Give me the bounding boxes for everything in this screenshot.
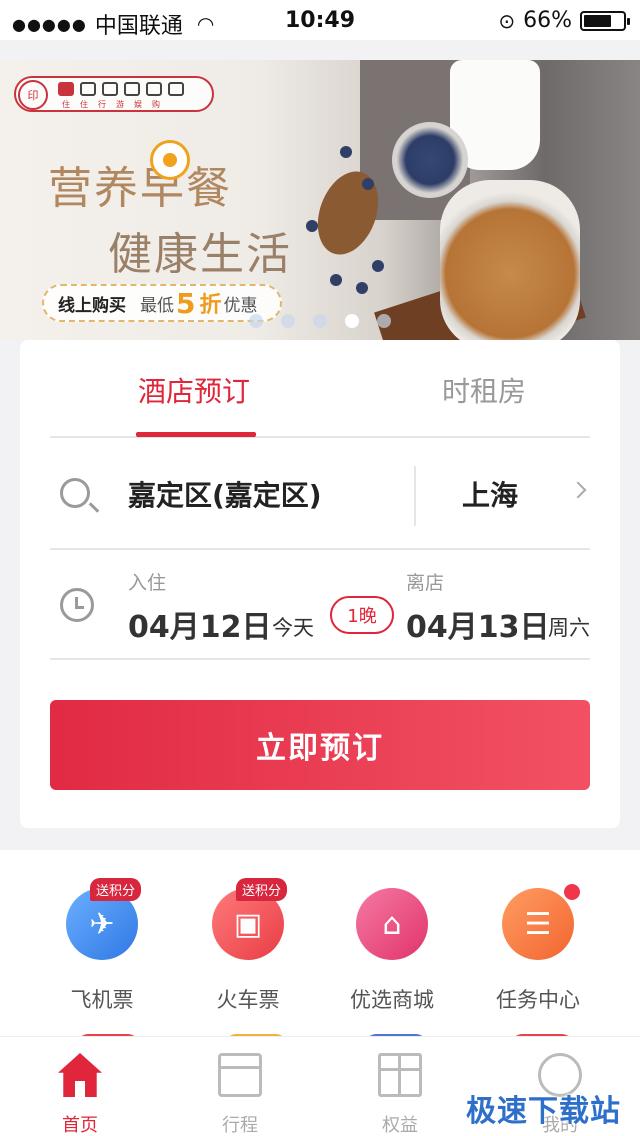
fried-egg-icon xyxy=(150,140,190,180)
banner-berry xyxy=(372,260,384,272)
tab-home[interactable]: 首页 xyxy=(0,1037,160,1136)
destination-field[interactable]: 嘉定区(嘉定区) xyxy=(128,474,322,514)
promo-banner[interactable]: 印 住 住 行 游 娱 购 营养早餐 健康生活 线上购买 最低 5 折 优惠 xyxy=(0,60,640,340)
banner-subheadline: 健康生活 xyxy=(108,229,292,280)
battery-icon xyxy=(580,10,630,31)
bus-icon xyxy=(124,82,140,96)
book-now-button[interactable]: 立即预订 xyxy=(50,700,590,790)
service-label: 飞机票 xyxy=(70,988,134,1012)
carousel-dot[interactable] xyxy=(281,314,295,328)
carousel-dot-active[interactable] xyxy=(345,314,359,328)
tab-trips[interactable]: 行程 xyxy=(160,1037,320,1136)
booking-tabs: 酒店预订 时租房 xyxy=(50,340,590,438)
notification-dot xyxy=(562,882,582,902)
watermark: 极速下载站 xyxy=(466,1094,621,1129)
search-icon xyxy=(60,478,90,508)
tab-label: 首页 xyxy=(62,1115,98,1136)
tab-hotel-booking[interactable]: 酒店预订 xyxy=(138,370,250,410)
service-flight[interactable]: ✈ 送积分 飞机票 xyxy=(32,878,172,1028)
carousel-dot[interactable] xyxy=(377,314,391,328)
banner-berry xyxy=(306,220,318,232)
brand-logo: 印 住 住 行 游 娱 购 xyxy=(14,76,214,112)
checkout-label: 离店 xyxy=(406,572,445,594)
carousel-indicator xyxy=(0,314,640,328)
guitar-icon xyxy=(146,82,162,96)
task-list-icon: ☰ xyxy=(502,888,574,960)
car-icon xyxy=(102,82,118,96)
food-icon xyxy=(80,82,96,96)
date-row[interactable]: 入住 04月12日 今天 1晚 离店 04月13日 周六 xyxy=(50,550,590,660)
service-train[interactable]: ▣ 送积分 火车票 xyxy=(178,878,318,1028)
chevron-right-icon[interactable] xyxy=(569,481,587,499)
service-label: 火车票 xyxy=(216,988,280,1012)
home-icon xyxy=(58,1053,102,1097)
promo-prefix: 线上购买 xyxy=(58,295,126,316)
logo-label: 游 xyxy=(116,100,124,109)
status-bar: ●●●●● 中国联通 ◠ 10:49 ⊙ 66% xyxy=(0,0,640,40)
destination-row[interactable]: 嘉定区(嘉定区) 上海 xyxy=(50,440,590,550)
city-selector[interactable]: 上海 xyxy=(462,474,518,514)
banner-berry xyxy=(356,282,368,294)
tab-label: 行程 xyxy=(222,1115,258,1136)
points-badge: 送积分 xyxy=(90,878,142,901)
banner-berry xyxy=(340,146,352,158)
logo-label: 住 xyxy=(62,100,70,109)
hotel-icon xyxy=(58,82,74,96)
promo-suffix: 优惠 xyxy=(223,295,258,316)
tab-hourly-room[interactable]: 时租房 xyxy=(442,370,526,410)
banner-berry xyxy=(362,178,374,190)
checkout-date[interactable]: 04月13日 xyxy=(406,602,550,646)
banner-blueberry-bowl-image xyxy=(392,122,468,198)
gift-icon xyxy=(378,1053,422,1097)
logo-label: 行 xyxy=(98,100,106,109)
banner-headline: 营养早餐 xyxy=(48,163,232,214)
hotel-booking-card: 酒店预订 时租房 嘉定区(嘉定区) 上海 入住 04月12日 今天 1晚 离店 … xyxy=(20,340,620,828)
service-label: 优选商城 xyxy=(350,988,434,1012)
calendar-icon xyxy=(218,1053,262,1097)
cart-icon xyxy=(168,82,184,96)
checkin-day: 今天 xyxy=(272,616,314,640)
shop-icon: ⌂ xyxy=(356,888,428,960)
nights-badge: 1晚 xyxy=(330,596,394,634)
points-badge: 送积分 xyxy=(236,878,288,901)
logo-label: 住 xyxy=(80,100,88,109)
divider xyxy=(414,466,416,526)
logo-label: 娱 xyxy=(134,100,142,109)
checkout-day: 周六 xyxy=(548,616,590,640)
checkin-date[interactable]: 04月12日 xyxy=(128,602,272,646)
logo-label: 购 xyxy=(152,100,160,109)
orientation-lock-icon: ⊙ xyxy=(498,8,516,33)
clock-icon xyxy=(60,588,94,622)
carousel-dot[interactable] xyxy=(313,314,327,328)
banner-berry xyxy=(330,274,342,286)
service-mall[interactable]: ⌂ 优选商城 xyxy=(322,888,462,1028)
tab-label: 权益 xyxy=(382,1115,418,1136)
active-tab-indicator xyxy=(136,432,256,437)
checkin-label: 入住 xyxy=(128,572,167,594)
battery-percent: 66% xyxy=(523,8,572,33)
brand-seal-icon: 印 xyxy=(18,80,48,110)
tab-benefits[interactable]: 权益 xyxy=(320,1037,480,1136)
carousel-dot[interactable] xyxy=(249,314,263,328)
service-task-center[interactable]: ☰ 任务中心 xyxy=(468,882,608,1028)
service-label: 任务中心 xyxy=(496,988,580,1012)
promo-lowest: 最低 xyxy=(140,295,174,316)
